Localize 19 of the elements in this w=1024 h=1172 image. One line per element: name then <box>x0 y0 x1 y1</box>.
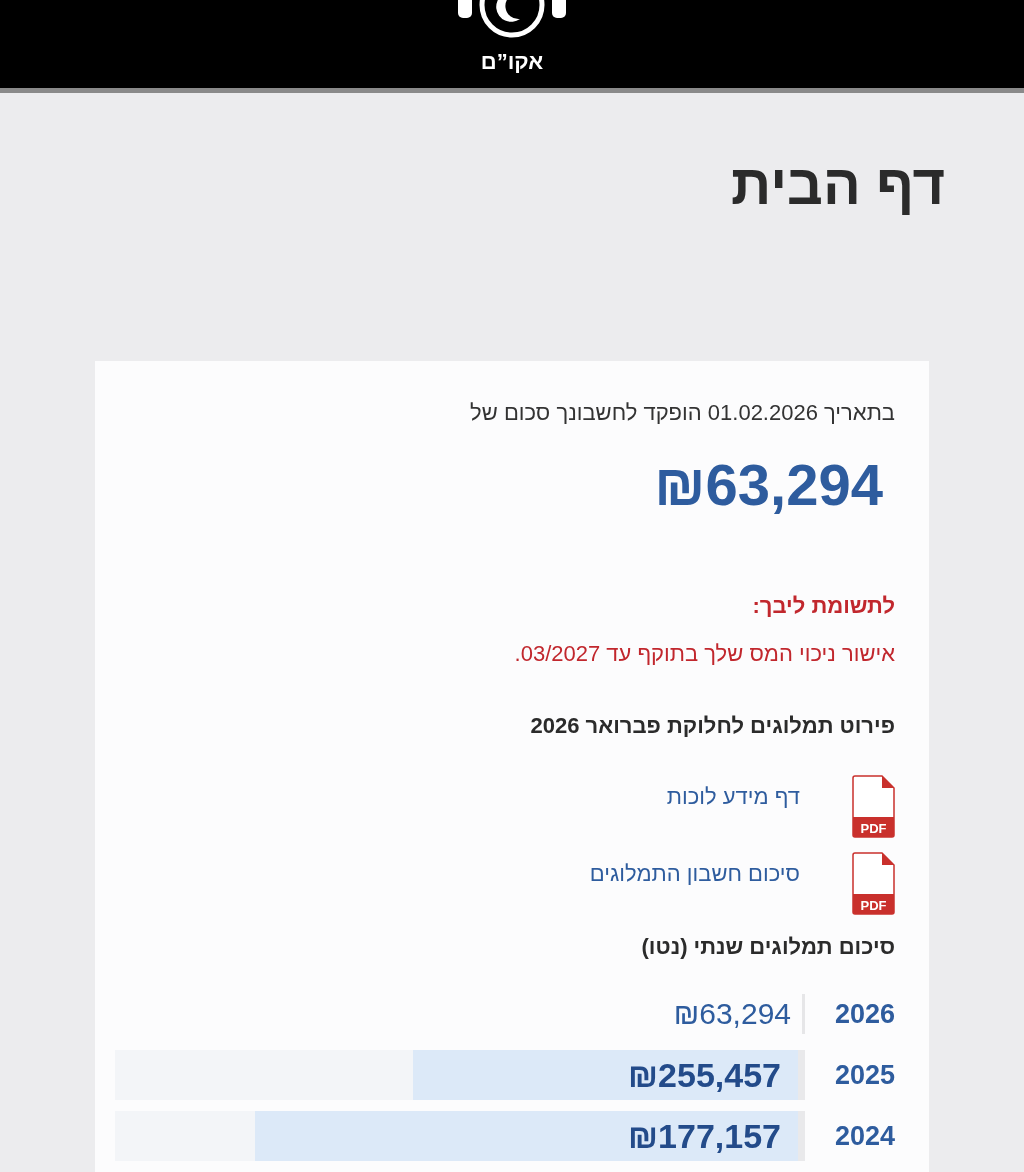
year-label: 2025 <box>833 1061 895 1089</box>
amount-value: ₪63,294 <box>673 999 791 1029</box>
page-title: דף הבית <box>731 157 945 213</box>
deposit-amount: ₪63,294 <box>654 456 883 514</box>
logo-text: אקו”ם <box>480 49 544 75</box>
notice-text: אישור ניכוי המס שלך בתוקף עד 03/2027. <box>514 640 895 668</box>
section-heading: פירוט תמלוגים לחלוקת פברואר 2026 <box>530 712 895 740</box>
document-link[interactable]: סיכום חשבון התמלוגים <box>589 859 800 889</box>
notice-title: לתשומת ליבך: <box>752 592 895 620</box>
pdf-file-icon[interactable]: PDF <box>852 852 895 915</box>
deposit-text: בתאריך 01.02.2026 הופקד לחשבונך סכום של <box>470 399 895 427</box>
document-link[interactable]: דף מידע לוכות <box>666 782 800 812</box>
headphones-icon <box>457 0 567 40</box>
amount-value: ₪177,157 <box>628 1119 781 1153</box>
section-heading: סיכום תמלוגים שנתי (נטו) <box>641 933 895 961</box>
year-label: 2024 <box>833 1122 895 1150</box>
year-label: 2026 <box>833 1000 895 1028</box>
pdf-file-icon[interactable]: PDF <box>852 775 895 838</box>
amount-value: ₪255,457 <box>628 1058 781 1092</box>
